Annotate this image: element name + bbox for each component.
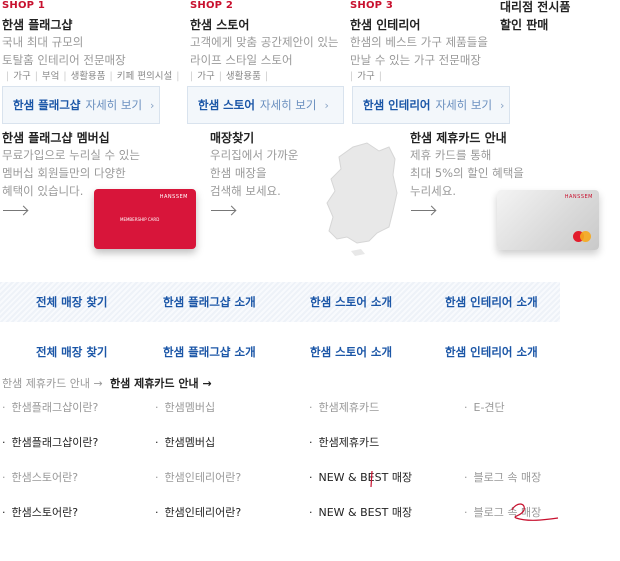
shop2-label: SHOP 2 — [190, 0, 234, 11]
store-find-desc-1: 우리집에서 가까운 — [210, 148, 299, 162]
shop3-button-name: 한샘 인테리어 — [363, 98, 431, 112]
nav-flagship-intro[interactable]: 한샘 플래그샵 소개 — [163, 344, 256, 360]
partner-card-desc-1: 제휴 카드를 통해 — [410, 148, 492, 162]
nav-flagship-intro[interactable]: 한샘 플래그샵 소개 — [163, 294, 256, 310]
chevron-right-icon: › — [500, 98, 505, 112]
shop1-label: SHOP 1 — [2, 0, 46, 11]
long-arrow-right-icon[interactable] — [211, 210, 235, 211]
link-interior-about[interactable]: 한샘인테리어란? — [155, 469, 242, 485]
shop3-detail-button[interactable]: 한샘 인테리어 자세히 보기 › — [352, 86, 510, 124]
shop1-title: 한샘 플래그샵 — [2, 18, 73, 32]
nav-row-1: 전체 매장 찾기 한샘 플래그샵 소개 한샘 스토어 소개 한샘 인테리어 소개 — [0, 282, 560, 322]
shop2-desc-2: 라이프 스타일 스토어 — [190, 53, 293, 67]
shop3-title: 한샘 인테리어 — [350, 18, 421, 32]
chevron-right-icon: › — [324, 98, 329, 112]
partner-card-guide-link-active[interactable]: 한샘 제휴카드 안내 → — [110, 375, 212, 391]
link-e-estimate[interactable]: E-견단 — [464, 399, 505, 415]
link-blog-stores[interactable]: 블로그 속 매장 — [464, 469, 542, 485]
shop3-button-view: 자세히 보기 — [435, 98, 493, 112]
partner-card-guide-link-inactive[interactable]: 한샘 제휴카드 안내 → — [2, 375, 103, 391]
red-annotation-mark — [370, 470, 373, 488]
nav-all-stores[interactable]: 전체 매장 찾기 — [36, 294, 108, 310]
link-interior-about[interactable]: 한샘인테리어란? — [155, 504, 242, 520]
shop2-desc-1: 고객에게 맞춤 공간제안이 있는 — [190, 35, 339, 49]
card-brand-text: HANSSEM — [564, 194, 593, 200]
shop1-detail-button[interactable]: 한샘 플래그샵 자세히 보기 › — [2, 86, 160, 124]
link-partner-card[interactable]: 한샘제휴카드 — [309, 399, 380, 415]
nav-interior-intro[interactable]: 한샘 인테리어 소개 — [445, 294, 538, 310]
shop1-button-name: 한샘 플래그샵 — [13, 98, 81, 112]
shop2-button-view: 자세히 보기 — [259, 98, 317, 112]
link-membership[interactable]: 한샘멤버십 — [155, 434, 216, 450]
membership-desc-3: 혜택이 있습니다. — [2, 184, 84, 198]
shop3-desc-1: 한샘의 베스트 가구 제품들을 — [350, 35, 488, 49]
link-new-best-stores[interactable]: NEW & BEST 매장 — [309, 504, 413, 520]
long-arrow-right-icon[interactable] — [3, 210, 27, 211]
nav-store-intro[interactable]: 한샘 스토어 소개 — [310, 294, 392, 310]
partner-card-image: HANSSEM — [497, 190, 599, 250]
nav-row-2: 전체 매장 찾기 한샘 플래그샵 소개 한샘 스토어 소개 한샘 인테리어 소개 — [0, 332, 560, 372]
link-store-about[interactable]: 한샘스토어란? — [2, 504, 79, 520]
nav-store-intro[interactable]: 한샘 스토어 소개 — [310, 344, 392, 360]
link-flagship-about[interactable]: 한샘플래그샵이란? — [2, 434, 99, 450]
shop3-label: SHOP 3 — [350, 0, 394, 11]
showroom-sale-link[interactable]: 대리점 전시품 할인 판매 — [500, 0, 570, 34]
partner-card-desc-3: 누리세요. — [410, 184, 456, 198]
membership-card-image: HANSSEM MEMBERSHIP CARD — [94, 189, 196, 249]
link-new-best-stores[interactable]: NEW & BEST 매장 — [309, 469, 413, 485]
membership-title[interactable]: 한샘 플래그샵 멤버십 — [2, 129, 110, 146]
partner-card-title[interactable]: 한샘 제휴카드 안내 — [410, 129, 507, 146]
membership-desc-2: 멤버십 회원들만의 다양한 — [2, 166, 126, 180]
nav-all-stores[interactable]: 전체 매장 찾기 — [36, 344, 108, 360]
membership-desc-1: 무료가입으로 누리실 수 있는 — [2, 148, 140, 162]
store-find-title[interactable]: 매장찾기 — [210, 129, 254, 146]
shop1-button-view: 자세히 보기 — [85, 98, 143, 112]
card-brand-text: HANSSEM — [159, 194, 188, 200]
shop2-button-name: 한샘 스토어 — [198, 98, 255, 112]
shop1-tags: | 가구 | 부엌 | 생활용품 | 키페 편의시설 | — [6, 71, 180, 82]
nav-interior-intro[interactable]: 한샘 인테리어 소개 — [445, 344, 538, 360]
shop2-tags: | 가구 | 생활용품 | — [190, 71, 269, 82]
shop1-desc-2: 토탈홈 인테리어 전문매장 — [2, 53, 126, 67]
red-annotation-mark — [511, 503, 559, 521]
store-find-desc-2: 한샘 매장을 — [210, 166, 267, 180]
long-arrow-right-icon[interactable] — [411, 210, 435, 211]
shop3-tags: | 가구 | — [350, 71, 382, 82]
shop3-desc-2: 만날 수 있는 가구 전문매장 — [350, 53, 482, 67]
shop1-desc-1: 국내 최대 규모의 — [2, 35, 84, 49]
shop2-title: 한샘 스토어 — [190, 18, 250, 32]
card-text: MEMBERSHIP CARD — [120, 217, 160, 222]
korea-map-icon — [326, 142, 398, 256]
chevron-right-icon: › — [150, 98, 155, 112]
store-find-desc-3: 검색해 보세요. — [210, 184, 281, 198]
link-membership[interactable]: 한샘멤버십 — [155, 399, 216, 415]
link-partner-card[interactable]: 한샘제휴카드 — [309, 434, 380, 450]
partner-card-desc-2: 최대 5%의 할인 혜택을 — [410, 166, 524, 180]
link-store-about[interactable]: 한샘스토어란? — [2, 469, 79, 485]
link-flagship-about[interactable]: 한샘플래그샵이란? — [2, 399, 99, 415]
shop2-detail-button[interactable]: 한샘 스토어 자세히 보기 › — [187, 86, 344, 124]
mastercard-logo — [573, 231, 591, 242]
